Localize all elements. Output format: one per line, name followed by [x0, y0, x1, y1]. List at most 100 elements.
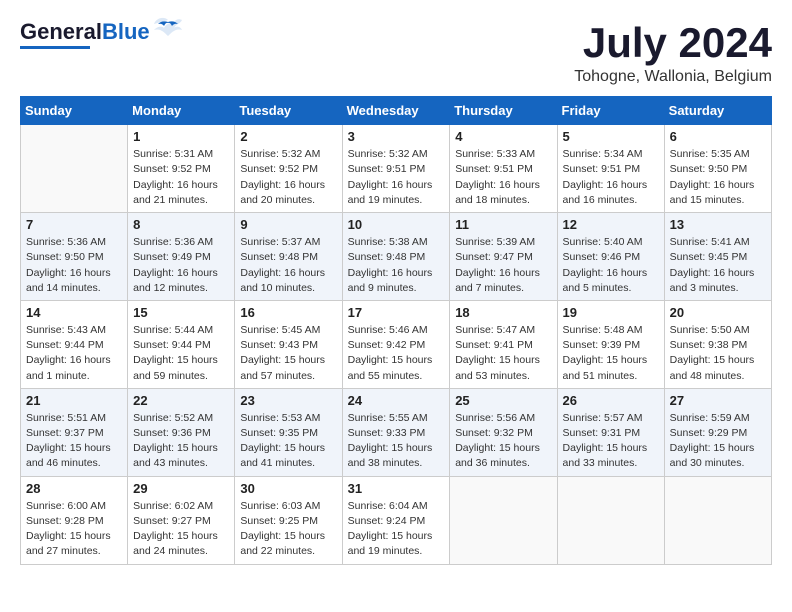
calendar-cell: 24Sunrise: 5:55 AM Sunset: 9:33 PM Dayli… — [342, 388, 450, 476]
logo: GeneralBlue — [20, 20, 182, 49]
calendar-cell: 14Sunrise: 5:43 AM Sunset: 9:44 PM Dayli… — [21, 300, 128, 388]
day-info: Sunrise: 5:31 AM Sunset: 9:52 PM Dayligh… — [133, 147, 229, 208]
day-number: 2 — [240, 129, 336, 144]
calendar-cell: 6 Sunrise: 5:35 AM Sunset: 9:50 PM Daylig… — [664, 125, 771, 213]
calendar-cell: 21 Sunrise: 5:51 AM Sunset: 9:37 PM Dayli… — [21, 388, 128, 476]
calendar-cell: 2Sunrise: 5:32 AM Sunset: 9:52 PM Daylig… — [235, 125, 342, 213]
day-info: Sunrise: 5:40 AM Sunset: 9:46 PM Dayligh… — [563, 235, 659, 296]
day-info: Sunrise: 5:38 AM Sunset: 9:48 PM Dayligh… — [348, 235, 445, 296]
day-info: Sunrise: 5:53 AM Sunset: 9:35 PM Dayligh… — [240, 411, 336, 472]
weekday-header-thursday: Thursday — [450, 97, 557, 125]
calendar-cell: 7 Sunrise: 5:36 AM Sunset: 9:50 PM Daylig… — [21, 213, 128, 301]
day-info: Sunrise: 5:41 AM Sunset: 9:45 PM Dayligh… — [670, 235, 766, 296]
logo-underline — [20, 46, 90, 49]
day-number: 4 — [455, 129, 551, 144]
logo-blue: Blue — [102, 19, 150, 44]
calendar-cell — [557, 476, 664, 564]
logo-bird-icon — [154, 16, 182, 44]
calendar-cell: 23 Sunrise: 5:53 AM Sunset: 9:35 PM Dayli… — [235, 388, 342, 476]
day-number: 21 — [26, 393, 122, 408]
calendar-week-row: 7 Sunrise: 5:36 AM Sunset: 9:50 PM Daylig… — [21, 213, 772, 301]
calendar-cell: 25 Sunrise: 5:56 AM Sunset: 9:32 PM Dayli… — [450, 388, 557, 476]
day-number: 24 — [348, 393, 445, 408]
calendar-cell: 12 Sunrise: 5:40 AM Sunset: 9:46 PM Dayli… — [557, 213, 664, 301]
calendar-cell: 10Sunrise: 5:38 AM Sunset: 9:48 PM Dayli… — [342, 213, 450, 301]
day-number: 29 — [133, 481, 229, 496]
logo-general: General — [20, 19, 102, 44]
calendar-week-row: 28 Sunrise: 6:00 AM Sunset: 9:28 PM Dayli… — [21, 476, 772, 564]
weekday-header-friday: Friday — [557, 97, 664, 125]
day-number: 5 — [563, 129, 659, 144]
day-info: Sunrise: 5:46 AM Sunset: 9:42 PM Dayligh… — [348, 323, 445, 384]
day-number: 27 — [670, 393, 766, 408]
day-info: Sunrise: 5:59 AM Sunset: 9:29 PM Dayligh… — [670, 411, 766, 472]
calendar-cell: 27 Sunrise: 5:59 AM Sunset: 9:29 PM Dayli… — [664, 388, 771, 476]
day-number: 16 — [240, 305, 336, 320]
calendar-cell: 22 Sunrise: 5:52 AM Sunset: 9:36 PM Dayli… — [128, 388, 235, 476]
weekday-header-wednesday: Wednesday — [342, 97, 450, 125]
day-info: Sunrise: 5:48 AM Sunset: 9:39 PM Dayligh… — [563, 323, 659, 384]
day-info: Sunrise: 6:04 AM Sunset: 9:24 PM Dayligh… — [348, 499, 445, 560]
day-info: Sunrise: 6:02 AM Sunset: 9:27 PM Dayligh… — [133, 499, 229, 560]
day-number: 7 — [26, 217, 122, 232]
day-info: Sunrise: 5:52 AM Sunset: 9:36 PM Dayligh… — [133, 411, 229, 472]
day-number: 11 — [455, 217, 551, 232]
day-info: Sunrise: 5:37 AM Sunset: 9:48 PM Dayligh… — [240, 235, 336, 296]
day-info: Sunrise: 5:45 AM Sunset: 9:43 PM Dayligh… — [240, 323, 336, 384]
day-number: 31 — [348, 481, 445, 496]
day-number: 13 — [670, 217, 766, 232]
day-number: 17 — [348, 305, 445, 320]
day-number: 3 — [348, 129, 445, 144]
location-text: Tohogne, Wallonia, Belgium — [574, 68, 772, 86]
day-number: 9 — [240, 217, 336, 232]
day-number: 28 — [26, 481, 122, 496]
weekday-header-sunday: Sunday — [21, 97, 128, 125]
day-number: 8 — [133, 217, 229, 232]
title-block: July 2024 Tohogne, Wallonia, Belgium — [574, 20, 772, 86]
day-number: 12 — [563, 217, 659, 232]
calendar-cell — [21, 125, 128, 213]
calendar-cell: 3 Sunrise: 5:32 AM Sunset: 9:51 PM Daylig… — [342, 125, 450, 213]
day-number: 25 — [455, 393, 551, 408]
day-number: 6 — [670, 129, 766, 144]
calendar-cell: 5 Sunrise: 5:34 AM Sunset: 9:51 PM Daylig… — [557, 125, 664, 213]
day-info: Sunrise: 5:34 AM Sunset: 9:51 PM Dayligh… — [563, 147, 659, 208]
day-number: 23 — [240, 393, 336, 408]
calendar-cell: 30 Sunrise: 6:03 AM Sunset: 9:25 PM Dayli… — [235, 476, 342, 564]
calendar-week-row: 21 Sunrise: 5:51 AM Sunset: 9:37 PM Dayli… — [21, 388, 772, 476]
day-info: Sunrise: 5:57 AM Sunset: 9:31 PM Dayligh… — [563, 411, 659, 472]
calendar-cell — [450, 476, 557, 564]
day-info: Sunrise: 5:35 AM Sunset: 9:50 PM Dayligh… — [670, 147, 766, 208]
day-info: Sunrise: 5:51 AM Sunset: 9:37 PM Dayligh… — [26, 411, 122, 472]
day-number: 14 — [26, 305, 122, 320]
weekday-header-monday: Monday — [128, 97, 235, 125]
day-number: 26 — [563, 393, 659, 408]
calendar-cell: 4 Sunrise: 5:33 AM Sunset: 9:51 PM Daylig… — [450, 125, 557, 213]
calendar-cell: 17 Sunrise: 5:46 AM Sunset: 9:42 PM Dayli… — [342, 300, 450, 388]
calendar-cell: 18Sunrise: 5:47 AM Sunset: 9:41 PM Dayli… — [450, 300, 557, 388]
day-number: 30 — [240, 481, 336, 496]
day-info: Sunrise: 5:56 AM Sunset: 9:32 PM Dayligh… — [455, 411, 551, 472]
day-number: 19 — [563, 305, 659, 320]
calendar-cell: 16 Sunrise: 5:45 AM Sunset: 9:43 PM Dayli… — [235, 300, 342, 388]
day-number: 1 — [133, 129, 229, 144]
day-info: Sunrise: 6:00 AM Sunset: 9:28 PM Dayligh… — [26, 499, 122, 560]
day-number: 22 — [133, 393, 229, 408]
day-info: Sunrise: 5:32 AM Sunset: 9:51 PM Dayligh… — [348, 147, 445, 208]
calendar-cell: 11 Sunrise: 5:39 AM Sunset: 9:47 PM Dayli… — [450, 213, 557, 301]
calendar-table: SundayMondayTuesdayWednesdayThursdayFrid… — [20, 96, 772, 564]
day-number: 20 — [670, 305, 766, 320]
calendar-cell — [664, 476, 771, 564]
day-info: Sunrise: 5:36 AM Sunset: 9:49 PM Dayligh… — [133, 235, 229, 296]
calendar-cell: 20Sunrise: 5:50 AM Sunset: 9:38 PM Dayli… — [664, 300, 771, 388]
day-info: Sunrise: 5:39 AM Sunset: 9:47 PM Dayligh… — [455, 235, 551, 296]
day-info: Sunrise: 6:03 AM Sunset: 9:25 PM Dayligh… — [240, 499, 336, 560]
day-info: Sunrise: 5:36 AM Sunset: 9:50 PM Dayligh… — [26, 235, 122, 296]
calendar-week-row: 14Sunrise: 5:43 AM Sunset: 9:44 PM Dayli… — [21, 300, 772, 388]
calendar-cell: 8 Sunrise: 5:36 AM Sunset: 9:49 PM Daylig… — [128, 213, 235, 301]
calendar-week-row: 1 Sunrise: 5:31 AM Sunset: 9:52 PM Daylig… — [21, 125, 772, 213]
calendar-cell: 29 Sunrise: 6:02 AM Sunset: 9:27 PM Dayli… — [128, 476, 235, 564]
day-info: Sunrise: 5:33 AM Sunset: 9:51 PM Dayligh… — [455, 147, 551, 208]
calendar-cell: 1 Sunrise: 5:31 AM Sunset: 9:52 PM Daylig… — [128, 125, 235, 213]
calendar-cell: 9 Sunrise: 5:37 AM Sunset: 9:48 PM Daylig… — [235, 213, 342, 301]
